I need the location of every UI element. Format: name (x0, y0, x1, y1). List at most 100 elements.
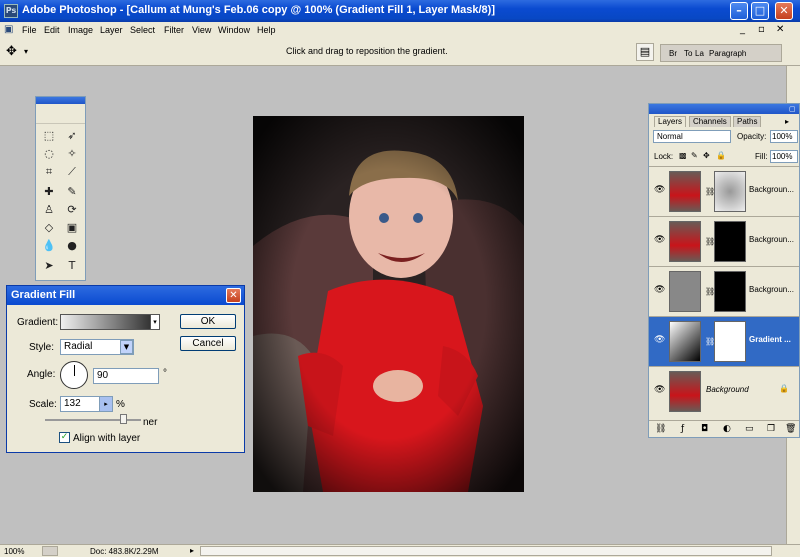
angle-input[interactable]: 90 (93, 368, 159, 384)
angle-dial[interactable] (60, 361, 88, 389)
stamp-tool-icon[interactable]: ♙ (40, 201, 58, 218)
maximize-button[interactable]: □ (751, 2, 769, 20)
new-group-icon[interactable]: ▭ (745, 424, 754, 434)
scale-popup-arrow-icon[interactable]: ▸ (99, 396, 113, 412)
ok-button[interactable]: OK (180, 314, 236, 329)
dodge-tool-icon[interactable]: ● (63, 237, 81, 254)
app-icon[interactable]: ▣ (4, 24, 13, 35)
close-button[interactable]: ✕ (775, 2, 793, 20)
layer-style-icon[interactable]: ƒ (681, 424, 684, 434)
healing-brush-icon[interactable]: ✚ (40, 183, 58, 200)
crop-tool-icon[interactable]: ⌗ (40, 163, 58, 180)
eye-icon[interactable]: 👁 (654, 285, 665, 295)
eraser-tool-icon[interactable]: ◇ (40, 219, 58, 236)
layer-row[interactable]: 👁 ⛓ Backgroun... (649, 166, 799, 216)
well-tab-paragraph[interactable]: Paragraph (709, 49, 746, 58)
menu-view[interactable]: View (192, 25, 211, 35)
marquee-tool-icon[interactable]: ⬚ (40, 127, 58, 144)
menu-layer[interactable]: Layer (100, 25, 123, 35)
blend-mode-select[interactable]: Normal (653, 130, 731, 143)
move-tool-icon[interactable]: ✥ (6, 44, 17, 59)
eye-icon[interactable]: 👁 (654, 235, 665, 245)
menu-edit[interactable]: Edit (44, 25, 60, 35)
menu-file[interactable]: File (22, 25, 37, 35)
palette-menu-icon[interactable]: ▸ (785, 117, 789, 126)
scale-value: 132 (64, 398, 81, 409)
status-menu-arrow-icon[interactable]: ▸ (190, 546, 194, 555)
file-browser-icon[interactable]: ▤ (636, 43, 654, 61)
slice-tool-icon[interactable]: ⟋ (63, 163, 81, 180)
scale-input[interactable]: 132 (60, 396, 100, 412)
layer-name[interactable]: Backgroun... (749, 285, 794, 294)
magic-wand-icon[interactable]: ✧ (63, 145, 81, 162)
lasso-tool-icon[interactable]: ◌ (40, 145, 58, 162)
lock-transparency-icon[interactable]: ▩ (679, 151, 687, 160)
eye-icon[interactable]: 👁 (654, 185, 665, 195)
layer-name[interactable]: Background (706, 385, 749, 394)
layer-row[interactable]: 👁 Background 🔒 (649, 366, 799, 416)
lock-all-icon[interactable]: 🔒 (716, 151, 726, 160)
eye-icon[interactable]: 👁 (654, 385, 665, 395)
toolbox-header[interactable] (36, 97, 85, 104)
layers-palette-header[interactable] (649, 104, 799, 114)
layer-name[interactable]: Gradient ... (749, 335, 791, 344)
doc-close-icon[interactable]: ✕ (776, 24, 784, 35)
document-canvas[interactable] (253, 116, 524, 492)
align-checkbox[interactable]: ✓ (59, 432, 70, 443)
well-tab-tool-presets[interactable]: To (684, 49, 692, 58)
lock-position-icon[interactable]: ✥ (703, 151, 710, 160)
doc-minimize-icon[interactable]: _ (740, 24, 745, 35)
tab-layers[interactable]: Layers (654, 116, 687, 127)
dialog-close-icon[interactable]: ✕ (226, 288, 241, 303)
minimize-button[interactable]: – (730, 2, 748, 20)
type-tool-icon[interactable]: T (63, 257, 81, 274)
history-brush-icon[interactable]: ⟳ (63, 201, 81, 218)
tab-channels[interactable]: Channels (689, 116, 731, 127)
mask-thumbnail[interactable] (714, 321, 746, 362)
menu-window[interactable]: Window (218, 25, 250, 35)
tool-preset-dropdown-icon[interactable]: ▾ (24, 47, 28, 56)
lock-image-icon[interactable]: ✎ (691, 151, 698, 160)
menu-filter[interactable]: Filter (164, 25, 184, 35)
doc-restore-icon[interactable]: ▫ (758, 24, 765, 35)
add-mask-icon[interactable]: ◘ (701, 424, 708, 434)
mask-thumbnail[interactable] (714, 171, 746, 212)
path-select-icon[interactable]: ➤ (40, 257, 58, 274)
mask-thumbnail[interactable] (714, 271, 746, 312)
well-tab-brushes[interactable]: Br (669, 49, 677, 58)
mask-thumbnail[interactable] (714, 221, 746, 262)
link-layers-icon[interactable]: ⛓ (655, 424, 666, 434)
scale-slider-thumb[interactable] (120, 414, 127, 424)
horizontal-scrollbar[interactable] (200, 546, 772, 556)
layer-row-selected[interactable]: 👁 ⛓ Gradient ... (649, 316, 799, 366)
layer-row[interactable]: 👁 ⛓ Backgroun... (649, 266, 799, 316)
gradient-swatch[interactable] (60, 314, 160, 330)
palette-close-icon[interactable]: ▢ (789, 105, 796, 113)
cancel-button[interactable]: Cancel (180, 336, 236, 351)
gradient-tool-icon[interactable]: ▣ (63, 219, 81, 236)
layer-name[interactable]: Backgroun... (749, 185, 794, 194)
blur-tool-icon[interactable]: 💧 (40, 237, 58, 254)
menu-image[interactable]: Image (68, 25, 93, 35)
layer-row[interactable]: 👁 ⛓ Backgroun... (649, 216, 799, 266)
fill-input[interactable]: 100% (770, 150, 798, 163)
zoom-level[interactable]: 100% (4, 547, 24, 556)
brush-tool-icon[interactable]: ✎ (63, 183, 81, 200)
eye-icon[interactable]: 👁 (654, 335, 665, 345)
adjustment-layer-icon[interactable]: ◐ (723, 424, 731, 434)
delete-layer-icon[interactable]: 🗑 (785, 424, 796, 434)
opacity-input[interactable]: 100% (770, 130, 798, 143)
well-tab-layer-comps[interactable]: La (695, 49, 704, 58)
menu-help[interactable]: Help (257, 25, 276, 35)
gradient-dropdown-icon[interactable]: ▾ (150, 314, 160, 330)
opacity-label: Opacity: (737, 132, 767, 141)
align-label[interactable]: Align with layer (73, 433, 140, 444)
layer-name[interactable]: Backgroun... (749, 235, 794, 244)
tab-paths[interactable]: Paths (733, 116, 762, 127)
new-layer-icon[interactable]: ❐ (767, 424, 775, 434)
gradient-fill-thumbnail[interactable] (669, 321, 701, 362)
zoom-icon[interactable] (42, 546, 58, 556)
style-dropdown-icon[interactable]: ▼ (120, 340, 133, 354)
move-tool-icon-2[interactable]: ➶ (63, 127, 81, 144)
menu-select[interactable]: Select (130, 25, 155, 35)
